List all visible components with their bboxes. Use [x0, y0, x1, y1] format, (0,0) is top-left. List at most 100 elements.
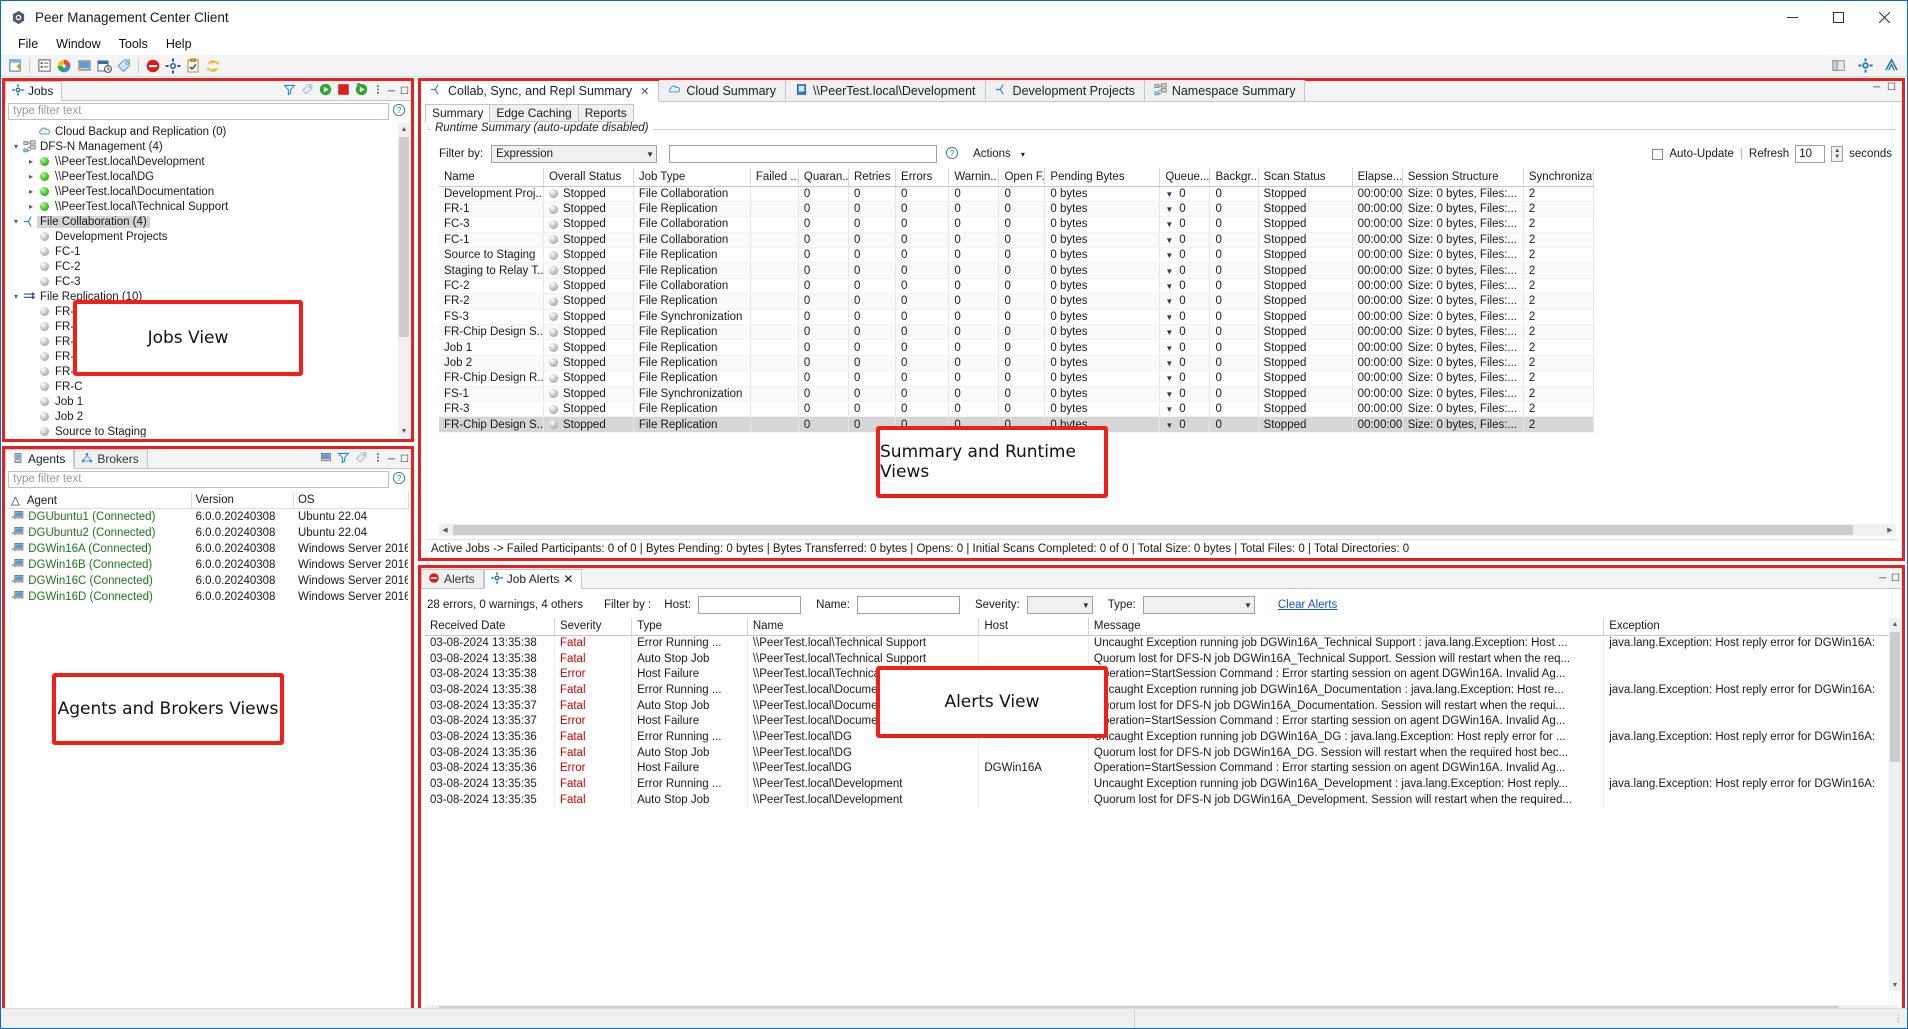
preferences-icon[interactable]	[163, 57, 183, 75]
restart-icon[interactable]	[355, 83, 368, 99]
tab-brokers[interactable]: Brokers	[74, 449, 147, 469]
help-icon[interactable]: ?	[945, 146, 961, 162]
scroll-up-arrow[interactable]: ▲	[398, 123, 410, 135]
sync-icon[interactable]	[203, 57, 223, 75]
table-row[interactable]: Job 1StoppedFile Replication000000 bytes…	[439, 340, 1594, 355]
agent-summary-icon[interactable]	[319, 451, 332, 467]
inner-tab[interactable]: Edge Caching	[489, 104, 578, 122]
settings-gear-icon[interactable]	[1855, 57, 1875, 75]
jobs-tree-item[interactable]: Source to Staging	[6, 424, 398, 437]
new-job-icon[interactable]	[5, 57, 25, 75]
editor-tab[interactable]: Namespace Summary	[1145, 80, 1306, 101]
summary-column-header[interactable]: Retries	[849, 168, 896, 186]
inner-tab[interactable]: Summary	[425, 104, 490, 122]
tab-agents[interactable]: Agents	[5, 449, 74, 469]
editor-maximize-button[interactable]: ☐	[1887, 82, 1896, 93]
editor-tab[interactable]: Cloud Summary	[659, 80, 786, 101]
alerts-column-header[interactable]: Message	[1088, 618, 1603, 635]
menu-tools[interactable]: Tools	[110, 35, 157, 53]
resize-grip[interactable]: ⋮	[1894, 1013, 1903, 1024]
summary-column-header[interactable]: Elapse...	[1352, 168, 1402, 186]
jobs-minimize-button[interactable]: ─	[388, 86, 395, 97]
summary-hscrollbar[interactable]: ◀ ▶	[439, 524, 1896, 536]
alerts-column-header[interactable]: Received Date	[425, 618, 554, 635]
tree-expand-arrow[interactable]: ▾	[10, 142, 22, 151]
scroll-down-arrow[interactable]: ▼	[398, 425, 410, 437]
editor-tab[interactable]: \\PeerTest.local\Development	[786, 80, 986, 101]
table-row[interactable]: DGWin16B (Connected)6.0.0.20240308Window…	[7, 557, 409, 573]
table-row[interactable]: 03-08-2024 13:35:38FatalError Running ..…	[425, 682, 1898, 698]
alerts-vscrollbar[interactable]: ▲ ▼	[1889, 618, 1901, 991]
summary-column-header[interactable]: Job Type	[633, 168, 750, 186]
table-row[interactable]: 03-08-2024 13:35:36FatalAuto Stop Job\\P…	[425, 745, 1898, 761]
palette-icon[interactable]	[54, 57, 74, 75]
filter-expression-input[interactable]	[669, 145, 937, 163]
alerts-name-input[interactable]	[857, 596, 960, 614]
summary-column-header[interactable]: Overall Status	[543, 168, 633, 186]
agents-col-agent[interactable]: △Agent	[7, 492, 191, 508]
alerts-column-header[interactable]: Host	[979, 618, 1089, 635]
table-row[interactable]: 03-08-2024 13:35:38ErrorHost Failure\\Pe…	[425, 666, 1898, 682]
table-row[interactable]: Staging to Relay T...StoppedFile Replica…	[439, 263, 1594, 278]
menu-help[interactable]: Help	[157, 35, 201, 53]
table-row[interactable]: 03-08-2024 13:35:36FatalError Running ..…	[425, 729, 1898, 745]
jobs-tree-item[interactable]: ▸\\PeerTest.local\Technical Support	[6, 199, 398, 214]
clear-alerts-button[interactable]: Clear Alerts	[1278, 599, 1337, 611]
jobs-tree-item[interactable]: ▾File Collaboration (4)	[6, 214, 398, 229]
table-row[interactable]: Job 2StoppedFile Replication000000 bytes…	[439, 355, 1594, 370]
tag-icon[interactable]	[355, 451, 368, 467]
close-button[interactable]	[1861, 1, 1907, 33]
table-row[interactable]: FC-2StoppedFile Collaboration000000 byte…	[439, 278, 1594, 293]
scrollbar-thumb[interactable]	[399, 137, 409, 337]
table-row[interactable]: 03-08-2024 13:35:37ErrorHost Failure\\Pe…	[425, 713, 1898, 729]
alerts-column-header[interactable]: Severity	[554, 618, 631, 635]
summary-column-header[interactable]: Failed ...	[750, 168, 798, 186]
jobs-maximize-button[interactable]: ☐	[400, 86, 409, 97]
table-row[interactable]: FC-3StoppedFile Collaboration000000 byte…	[439, 217, 1594, 232]
tag-icon[interactable]	[114, 57, 134, 75]
validate-icon[interactable]	[183, 57, 203, 75]
summary-column-header[interactable]: Queue...	[1160, 168, 1210, 186]
summary-column-header[interactable]: Synchronizati	[1523, 168, 1593, 186]
alerts-severity-select[interactable]: ▼	[1027, 596, 1093, 614]
jobs-tree-item[interactable]: FC-1	[6, 244, 398, 259]
jobs-tree-item[interactable]: FC-2	[6, 259, 398, 274]
view-menu-icon[interactable]	[373, 451, 383, 467]
tree-expand-arrow[interactable]: ▸	[25, 172, 37, 181]
peer-icon[interactable]	[1881, 57, 1901, 75]
tree-expand-arrow[interactable]: ▾	[10, 217, 22, 226]
jobs-tree[interactable]: Cloud Backup and Replication (0)▾DFS-N M…	[6, 124, 398, 437]
table-row[interactable]: FS-3StoppedFile Synchronization000000 by…	[439, 309, 1594, 324]
jobs-tree-item[interactable]: FR-C	[6, 379, 398, 394]
jobs-tree-item[interactable]: ▸\\PeerTest.local\Development	[6, 154, 398, 169]
table-row[interactable]: 03-08-2024 13:35:35FatalAuto Stop Job\\P…	[425, 792, 1898, 808]
tree-expand-arrow[interactable]: ▸	[25, 187, 37, 196]
table-row[interactable]: DGWin16A (Connected)6.0.0.20240308Window…	[7, 541, 409, 557]
agents-col-os[interactable]: OS	[293, 492, 408, 508]
summary-column-header[interactable]: Quaran...	[798, 168, 848, 186]
filter-icon[interactable]	[337, 451, 350, 467]
agents-maximize-button[interactable]: ☐	[400, 454, 409, 465]
table-row[interactable]: 03-08-2024 13:35:38FatalAuto Stop Job\\P…	[425, 651, 1898, 667]
alerts-host-input[interactable]	[698, 596, 801, 614]
tree-expand-arrow[interactable]: ▸	[25, 157, 37, 166]
table-row[interactable]: FR-2StoppedFile Replication000000 bytes▼…	[439, 294, 1594, 309]
table-row[interactable]: DGWin16C (Connected)6.0.0.20240308Window…	[7, 573, 409, 589]
auto-update-checkbox[interactable]	[1652, 149, 1663, 160]
jobs-tree-scrollbar[interactable]: ▲ ▼	[398, 123, 410, 437]
tab-job-alerts[interactable]: Job Alerts ✕	[484, 569, 583, 589]
filter-icon[interactable]	[283, 83, 296, 99]
table-row[interactable]: 03-08-2024 13:35:36ErrorHost Failure\\Pe…	[425, 761, 1898, 777]
actions-button[interactable]: Actions	[973, 148, 1011, 160]
scheduled-report-icon[interactable]	[94, 57, 114, 75]
table-row[interactable]: 03-08-2024 13:35:35FatalError Running ..…	[425, 776, 1898, 792]
table-row[interactable]: 03-08-2024 13:35:37FatalAuto Stop Job\\P…	[425, 698, 1898, 714]
agents-filter-input[interactable]: type filter text	[8, 471, 389, 488]
stop-icon[interactable]	[337, 83, 350, 99]
refresh-interval-input[interactable]: 10	[1795, 145, 1825, 163]
table-row[interactable]: DGUbuntu1 (Connected)6.0.0.20240308Ubunt…	[7, 508, 409, 525]
refresh-spinner[interactable]: ▲▼	[1831, 146, 1843, 162]
alerts-maximize-button[interactable]: ☐	[1891, 573, 1900, 584]
summary-column-header[interactable]: Open F...	[999, 168, 1045, 186]
table-row[interactable]: Development Proj...StoppedFile Collabora…	[439, 186, 1594, 201]
